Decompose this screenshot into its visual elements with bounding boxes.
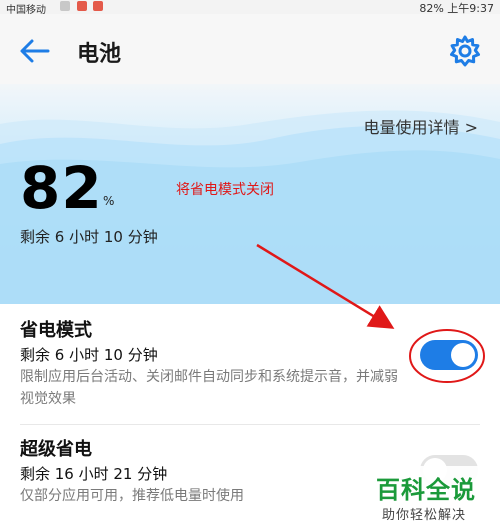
watermark: 百科全说 助你轻松解决 xyxy=(372,466,500,530)
gear-icon[interactable] xyxy=(448,34,482,68)
remaining-time: 剩余 6 小时 10 分钟 xyxy=(20,228,158,246)
notification-icon xyxy=(93,1,103,11)
battery-percent: 82 xyxy=(20,154,103,222)
ultra-saving-label: 超级省电 xyxy=(20,439,92,460)
power-saving-remaining: 剩余 6 小时 10 分钟 xyxy=(20,346,158,364)
percent-unit: % xyxy=(103,194,115,208)
notification-icons xyxy=(60,1,110,13)
usage-details-link[interactable]: 电量使用详情 > xyxy=(364,114,479,138)
power-saving-description: 限制应用后台活动、关闭邮件自动同步和系统提示音，并减弱视觉效果 xyxy=(20,369,398,407)
ultra-saving-remaining: 剩余 16 小时 21 分钟 xyxy=(20,465,168,483)
ultra-saving-description: 仅部分应用可用，推荐低电量时使用 xyxy=(20,488,244,504)
annotation-text: 将省电模式关闭 xyxy=(176,182,274,198)
arrow-left-icon[interactable] xyxy=(18,36,52,66)
power-saving-row[interactable]: 省电模式 剩余 6 小时 10 分钟 限制应用后台活动、关闭邮件自动同步和系统提… xyxy=(0,304,500,424)
notification-icon xyxy=(76,1,87,11)
battery-hero: 电量使用详情 > 82 % 剩余 6 小时 10 分钟 将省电模式关闭 xyxy=(0,84,500,304)
app-bar: 电池 xyxy=(0,14,500,84)
notification-icon xyxy=(60,1,70,11)
toggle-knob xyxy=(451,343,475,367)
watermark-subtitle: 助你轻松解决 xyxy=(382,508,467,523)
power-saving-label: 省电模式 xyxy=(20,320,92,341)
watermark-title: 百科全说 xyxy=(376,476,476,504)
power-saving-toggle[interactable] xyxy=(420,340,478,370)
page-title: 电池 xyxy=(77,42,122,67)
status-bar: 中国移动 82% 上午9:37 xyxy=(0,0,500,16)
